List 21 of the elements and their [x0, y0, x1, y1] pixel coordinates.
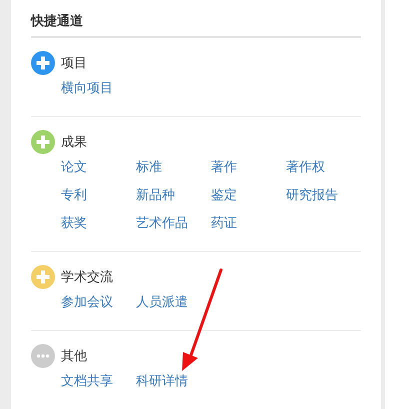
panel-title: 快捷通道 — [31, 12, 361, 38]
shortcut-link[interactable]: 药证 — [211, 210, 237, 238]
section-label: 学术交流 — [61, 269, 113, 286]
shortcut-link[interactable]: 文档共享 — [61, 368, 113, 396]
section-label: 其他 — [61, 348, 87, 365]
shortcut-link[interactable]: 研究报告 — [286, 182, 338, 210]
shortcut-link[interactable]: 人员派遣 — [136, 289, 188, 317]
section-label: 项目 — [61, 55, 87, 72]
shortcut-link[interactable]: 获奖 — [61, 210, 87, 238]
section-label: 成果 — [61, 134, 87, 151]
shortcut-link[interactable]: 论文 — [61, 154, 87, 182]
shortcut-link[interactable]: 参加会议 — [61, 289, 113, 317]
shortcut-link[interactable]: 标准 — [136, 154, 162, 182]
shortcut-link[interactable]: 新品种 — [136, 182, 175, 210]
shortcut-link[interactable]: 著作 — [211, 154, 237, 182]
shortcut-link[interactable]: 著作权 — [286, 154, 325, 182]
shortcut-link[interactable]: 横向项目 — [61, 75, 113, 103]
shortcut-link[interactable]: 鉴定 — [211, 182, 237, 210]
shortcut-link[interactable]: 专利 — [61, 182, 87, 210]
shortcut-link[interactable]: 科研详情 — [136, 368, 188, 396]
shortcut-link[interactable]: 艺术作品 — [136, 210, 188, 238]
